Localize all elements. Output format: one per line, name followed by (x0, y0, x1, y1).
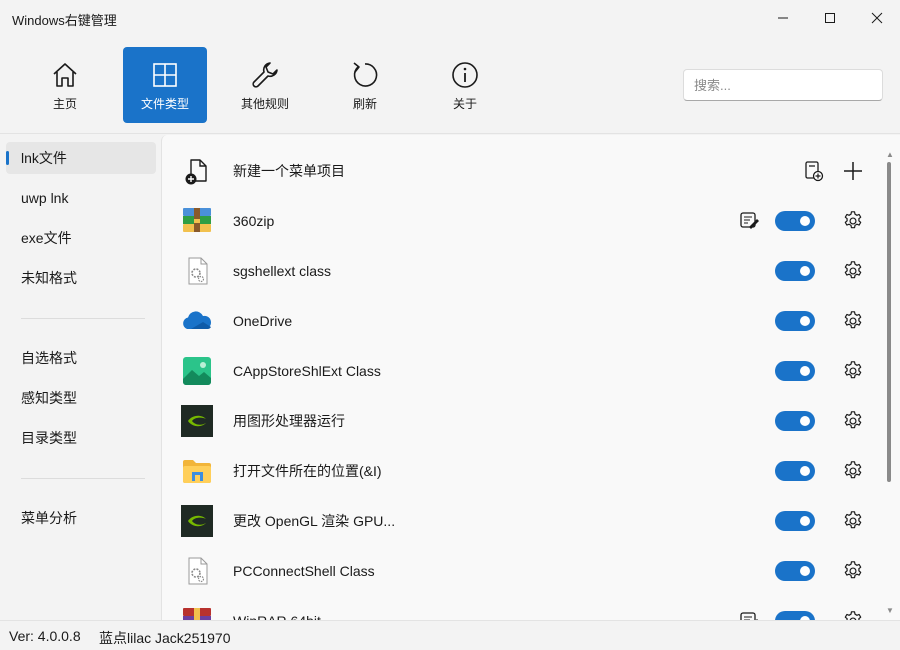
item-name: sgshellext class (233, 263, 332, 279)
tab-home[interactable]: 主页 (23, 47, 107, 123)
title-bar: Windows右键管理 (0, 0, 900, 36)
refresh-icon (353, 62, 378, 87)
tab-about[interactable]: 关于 (423, 47, 507, 123)
gear-icon[interactable] (842, 210, 864, 232)
wrench-icon (252, 62, 278, 88)
new-file-add-icon[interactable] (802, 160, 824, 182)
gear-icon[interactable] (842, 310, 864, 332)
sidebar-item-directory[interactable]: 目录类型 (6, 422, 156, 454)
sidebar-item-perceived[interactable]: 感知类型 (6, 382, 156, 414)
tab-home-label: 主页 (52, 97, 77, 111)
winrar-icon (183, 608, 211, 620)
home-icon (53, 63, 77, 87)
status-bar: Ver: 4.0.0.8 蓝点lilac Jack251970 (0, 620, 900, 650)
item-name: OneDrive (233, 313, 293, 329)
store-image-icon (183, 357, 211, 385)
edit-note-icon[interactable] (739, 210, 761, 232)
sidebar-item-lnk[interactable]: lnk文件 (6, 142, 156, 174)
item-name: WinRAR 64bit (233, 596, 321, 620)
search-input[interactable] (683, 69, 883, 101)
sidebar-item-uwp-lnk[interactable]: uwp lnk (6, 182, 156, 214)
nvidia-icon (181, 505, 213, 537)
list-scrollbar[interactable]: ▲ ▼ (884, 150, 894, 618)
toolbar: 主页 文件类型 其他规则 刷新 关于 (0, 36, 900, 134)
tab-other-rules-label: 其他规则 (240, 97, 289, 111)
scroll-up-icon[interactable]: ▲ (886, 150, 894, 159)
enable-toggle[interactable] (775, 611, 815, 620)
item-name: 用图形处理器运行 (233, 413, 345, 429)
minimize-button[interactable] (760, 0, 806, 36)
scrollbar-thumb[interactable] (887, 162, 891, 482)
edit-note-icon[interactable] (739, 610, 761, 620)
close-button[interactable] (854, 0, 900, 36)
enable-toggle[interactable] (775, 411, 815, 431)
tab-refresh-label: 刷新 (352, 97, 377, 111)
gear-icon[interactable] (842, 460, 864, 482)
list-item[interactable]: sgshellext class (162, 246, 882, 296)
maximize-icon (825, 13, 835, 23)
info-icon (452, 62, 478, 88)
item-name: 360zip (233, 213, 275, 229)
list-item[interactable]: 360zip (162, 196, 882, 246)
item-name: CAppStoreShlExt Class (233, 363, 381, 379)
grid-icon (153, 63, 177, 87)
new-item-row[interactable]: 新建一个菜单项目 (162, 146, 882, 196)
list-item[interactable]: 打开文件所在的位置(&I) (162, 446, 882, 496)
maximize-button[interactable] (807, 0, 853, 36)
gear-icon[interactable] (842, 510, 864, 532)
sidebar-item-custom[interactable]: 自选格式 (6, 342, 156, 374)
gear-icon[interactable] (842, 410, 864, 432)
author-label: 蓝点lilac Jack251970 (99, 630, 231, 646)
list-item[interactable]: PCConnectShell Class (162, 546, 882, 596)
tab-about-label: 关于 (452, 97, 477, 111)
enable-toggle[interactable] (775, 211, 815, 231)
close-icon (871, 12, 883, 24)
sidebar: lnk文件 uwp lnk exe文件 未知格式 自选格式 感知类型 目录类型 … (0, 135, 160, 620)
list-item[interactable]: 更改 OpenGL 渲染 GPU... (162, 496, 882, 546)
item-name: 更改 OpenGL 渲染 GPU... (233, 513, 396, 529)
enable-toggle[interactable] (775, 311, 815, 331)
enable-toggle[interactable] (775, 261, 815, 281)
gear-icon[interactable] (842, 610, 864, 620)
enable-toggle[interactable] (775, 561, 815, 581)
system-file-icon (188, 557, 208, 585)
tab-other-rules[interactable]: 其他规则 (223, 47, 307, 123)
sidebar-item-unknown[interactable]: 未知格式 (6, 262, 156, 294)
list-item[interactable]: OneDrive (162, 296, 882, 346)
item-name: PCConnectShell Class (233, 563, 375, 579)
new-file-icon (185, 159, 207, 185)
window-title: Windows右键管理 (12, 13, 117, 28)
tab-file-types[interactable]: 文件类型 (123, 47, 207, 123)
enable-toggle[interactable] (775, 511, 815, 531)
gear-icon[interactable] (842, 360, 864, 382)
plus-icon[interactable] (842, 160, 864, 182)
sidebar-item-exe[interactable]: exe文件 (6, 222, 156, 254)
onedrive-icon (183, 311, 212, 330)
enable-toggle[interactable] (775, 461, 815, 481)
item-name: 打开文件所在的位置(&I) (233, 463, 382, 479)
scroll-down-icon[interactable]: ▼ (886, 606, 894, 615)
list-item[interactable]: CAppStoreShlExt Class (162, 346, 882, 396)
version-label: Ver: 4.0.0.8 (9, 628, 81, 644)
winrar-icon (183, 208, 211, 232)
menu-item-list: 新建一个菜单项目 360zip sgshellext class OneDriv… (161, 135, 900, 620)
folder-icon (183, 460, 211, 483)
enable-toggle[interactable] (775, 361, 815, 381)
list-item[interactable]: WinRAR 64bit (162, 596, 882, 620)
tab-file-types-label: 文件类型 (140, 97, 189, 111)
nvidia-icon (181, 405, 213, 437)
sidebar-item-analysis[interactable]: 菜单分析 (6, 502, 156, 534)
gear-icon[interactable] (842, 260, 864, 282)
sidebar-divider (21, 478, 145, 479)
tab-refresh[interactable]: 刷新 (323, 47, 407, 123)
new-item-label: 新建一个菜单项目 (233, 163, 345, 179)
sidebar-divider (21, 318, 145, 319)
list-item[interactable]: 用图形处理器运行 (162, 396, 882, 446)
gear-icon[interactable] (842, 560, 864, 582)
minimize-icon (778, 17, 788, 19)
system-file-icon (188, 257, 208, 285)
